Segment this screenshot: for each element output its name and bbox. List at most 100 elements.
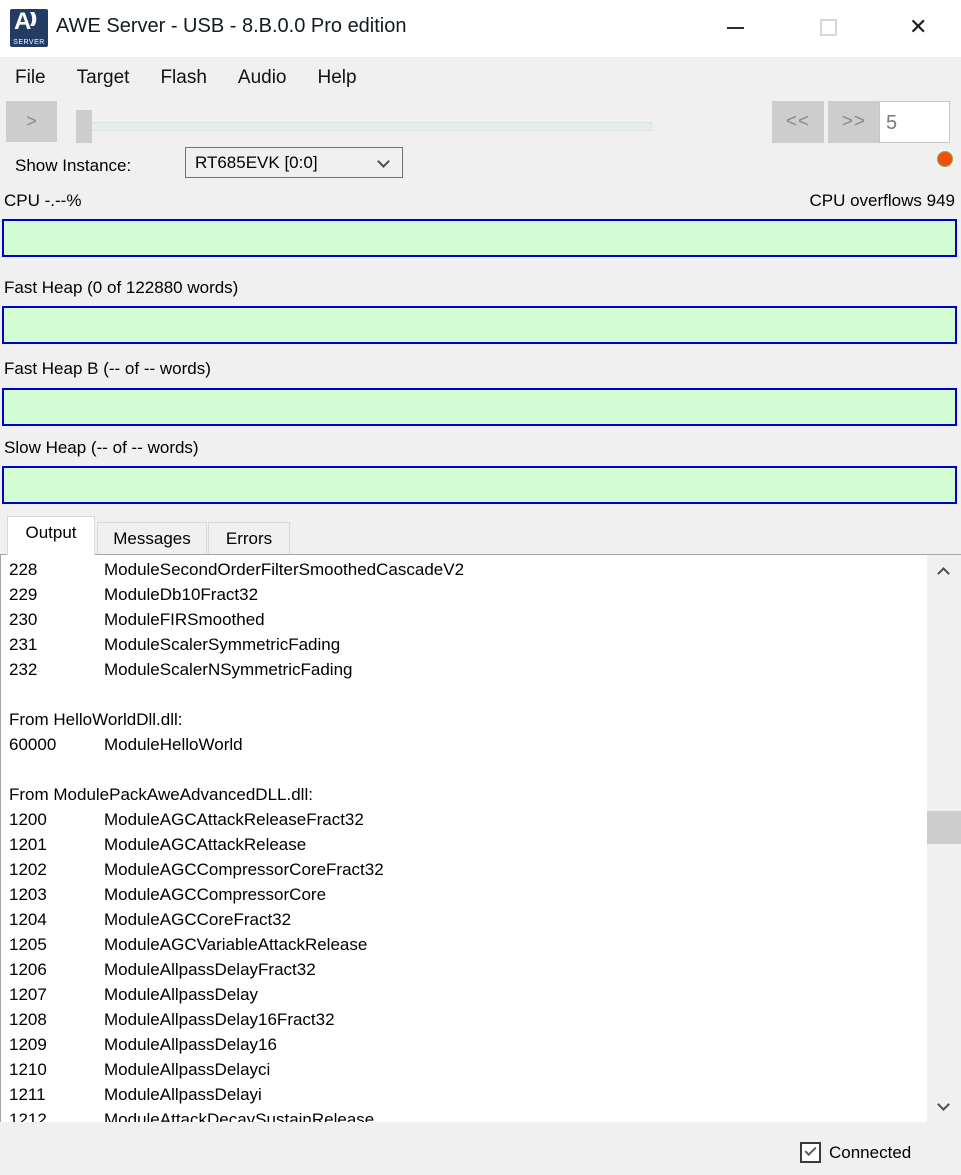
menu-file[interactable]: File [15,67,46,89]
scrollbar-thumb[interactable] [927,811,961,844]
instance-dropdown-value: RT685EVK [0:0] [195,153,318,173]
output-line: 1212 ModuleAttackDecaySustainRelease [9,1107,961,1122]
menu-bar: File Target Flash Audio Help [0,57,961,98]
output-line: 1209 ModuleAllpassDelay16 [9,1032,961,1057]
step-back-button[interactable]: << [772,101,824,143]
fast-heap-meter-bar [2,306,957,344]
app-icon-sub-label: SERVER [10,39,48,46]
title-bar: A )) SERVER AWE Server - USB - 8.B.0.0 P… [0,0,961,57]
output-line: 1202 ModuleAGCCompressorCoreFract32 [9,857,961,882]
step-forward-button[interactable]: >> [828,101,880,143]
slow-heap-label: Slow Heap (-- of -- words) [4,438,199,458]
module-name: ModuleHelloWorld [104,732,243,757]
connected-label: Connected [829,1143,911,1163]
module-name: ModuleAllpassDelay16Fract32 [104,1007,335,1032]
maximize-button[interactable] [807,8,849,48]
output-line: 1205 ModuleAGCVariableAttackRelease [9,932,961,957]
checkmark-icon [804,1144,816,1156]
tab-messages[interactable]: Messages [97,522,207,554]
play-button[interactable]: > [6,101,57,142]
module-name: ModuleAllpassDelayFract32 [104,957,316,982]
menu-flash[interactable]: Flash [160,67,206,89]
output-line: 229 ModuleDb10Fract32 [9,582,961,607]
output-line: 1211 ModuleAllpassDelayi [9,1082,961,1107]
module-name: ModuleAGCVariableAttackRelease [104,932,367,957]
module-id: 231 [9,632,104,657]
output-line: 1206 ModuleAllpassDelayFract32 [9,957,961,982]
instance-dropdown[interactable]: RT685EVK [0:0] [185,147,403,178]
module-name: ModuleAGCCompressorCoreFract32 [104,857,384,882]
module-name: ModuleScalerNSymmetricFading [104,657,352,682]
module-name: ModuleAttackDecaySustainRelease [104,1107,374,1122]
module-id [9,682,104,707]
output-line: 60000 ModuleHelloWorld [9,732,961,757]
position-slider-thumb[interactable] [76,110,92,143]
output-log: 228 ModuleSecondOrderFilterSmoothedCasca… [1,555,961,1122]
module-id: 228 [9,557,104,582]
module-name: ModuleScalerSymmetricFading [104,632,340,657]
position-slider-track[interactable] [76,122,652,131]
fast-heap-b-meter-bar [2,388,957,426]
app-icon: A )) SERVER [10,9,48,47]
minimize-button[interactable] [714,8,756,48]
module-name: ModuleAllpassDelay [104,982,258,1007]
module-name: ModuleAGCAttackReleaseFract32 [104,807,364,832]
close-button[interactable]: ✕ [899,8,941,48]
show-instance-label: Show Instance: [15,156,131,176]
output-line [9,682,961,707]
module-name: ModuleFIRSmoothed [104,607,265,632]
output-line: 1201 ModuleAGCAttackRelease [9,832,961,857]
module-name: ModuleAllpassDelayci [104,1057,270,1082]
output-line: 231 ModuleScalerSymmetricFading [9,632,961,657]
output-line: 1200 ModuleAGCAttackReleaseFract32 [9,807,961,832]
tab-errors[interactable]: Errors [208,522,290,554]
module-id: From HelloWorldDll.dll: [9,707,183,732]
status-led [938,152,952,166]
module-id: 1206 [9,957,104,982]
output-line: 1204 ModuleAGCCoreFract32 [9,907,961,932]
module-id: 1201 [9,832,104,857]
module-name: ModuleAGCCoreFract32 [104,907,291,932]
output-line: From HelloWorldDll.dll: [9,707,961,732]
module-id: 1208 [9,1007,104,1032]
module-id: 1210 [9,1057,104,1082]
output-line: 1208 ModuleAllpassDelay16Fract32 [9,1007,961,1032]
module-id: From ModulePackAweAdvancedDLL.dll: [9,782,313,807]
module-id: 1205 [9,932,104,957]
close-icon: ✕ [909,14,927,40]
app-icon-letter: A [14,9,31,36]
output-panel: 228 ModuleSecondOrderFilterSmoothedCasca… [0,554,961,1122]
output-line: From ModulePackAweAdvancedDLL.dll: [9,782,961,807]
module-name: ModuleAllpassDelayi [104,1082,262,1107]
vertical-scrollbar[interactable] [927,555,961,1122]
module-name: ModuleDb10Fract32 [104,582,258,607]
scroll-up-icon[interactable] [937,567,950,580]
tab-output[interactable]: Output [7,516,95,555]
module-id: 1212 [9,1107,104,1122]
module-id: 1204 [9,907,104,932]
module-name: ModuleAGCCompressorCore [104,882,326,907]
module-id: 60000 [9,732,104,757]
output-line: 1203 ModuleAGCCompressorCore [9,882,961,907]
menu-target[interactable]: Target [77,67,130,89]
app-icon-waves: )) [30,10,34,27]
module-id: 230 [9,607,104,632]
output-line: 232 ModuleScalerNSymmetricFading [9,657,961,682]
scroll-down-icon[interactable] [937,1098,950,1111]
connected-checkbox[interactable] [800,1142,821,1163]
slow-heap-meter-bar [2,466,957,504]
menu-help[interactable]: Help [318,67,357,89]
output-line [9,757,961,782]
output-line: 228 ModuleSecondOrderFilterSmoothedCasca… [9,557,961,582]
menu-audio[interactable]: Audio [238,67,287,89]
chevron-down-icon [377,155,390,168]
module-id [9,757,104,782]
module-id: 232 [9,657,104,682]
output-line: 1207 ModuleAllpassDelay [9,982,961,1007]
module-id: 229 [9,582,104,607]
module-id: 1203 [9,882,104,907]
minimize-icon [727,27,744,29]
cpu-meter-bar [2,219,957,257]
module-name: ModuleAllpassDelay16 [104,1032,277,1057]
step-count-input[interactable] [879,101,950,143]
